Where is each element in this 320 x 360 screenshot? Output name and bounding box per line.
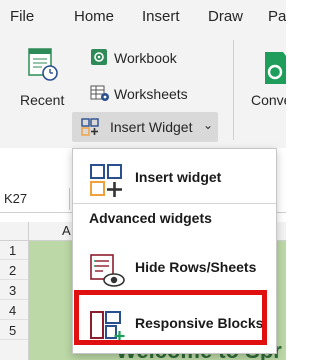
worksheets-label: Worksheets xyxy=(114,86,188,102)
recent-label: Recent xyxy=(20,92,65,108)
insert-widget-dropdown-button[interactable]: Insert Widget ⌄ xyxy=(72,112,218,142)
worksheets-button[interactable]: Worksheets xyxy=(90,82,200,108)
menu-section-heading: Advanced widgets xyxy=(89,210,212,226)
insert-widget-icon xyxy=(81,118,101,141)
convert-icon xyxy=(261,50,286,89)
tab-insert[interactable]: Insert xyxy=(142,8,180,25)
select-all-corner[interactable] xyxy=(0,222,29,240)
menu-divider xyxy=(73,203,276,204)
worksheets-icon xyxy=(90,84,110,107)
workbook-button[interactable]: Workbook xyxy=(90,46,200,72)
ribbon-group-separator xyxy=(233,40,234,140)
tab-draw[interactable]: Draw xyxy=(208,8,243,25)
hide-rows-icon xyxy=(89,253,125,294)
menu-item-insert-widget[interactable]: Insert widget xyxy=(73,155,276,199)
ribbon-tab-bar: File Home Insert Draw Pa xyxy=(0,0,286,36)
tab-page-layout[interactable]: Pa xyxy=(268,8,286,25)
convert-button[interactable]: Conve xyxy=(251,42,286,112)
insert-widget-label: Insert Widget xyxy=(110,119,193,135)
row-header[interactable]: 2 xyxy=(0,261,28,280)
tab-home[interactable]: Home xyxy=(74,8,114,25)
recent-button[interactable]: Recent xyxy=(16,42,72,112)
menu-item-label: Hide Rows/Sheets xyxy=(135,259,257,275)
column-header-a[interactable]: A xyxy=(62,223,71,238)
chevron-down-icon: ⌄ xyxy=(203,118,214,132)
row-header[interactable]: 5 xyxy=(0,321,28,340)
convert-label: Conve xyxy=(251,92,286,108)
tab-file[interactable]: File xyxy=(10,8,34,25)
recent-icon xyxy=(28,48,58,87)
insert-widget-icon xyxy=(89,163,125,204)
menu-item-label: Insert widget xyxy=(135,169,222,185)
row-header-column: 1 2 3 4 5 xyxy=(0,241,29,360)
excel-window: File Home Insert Draw Pa Recent Workbook… xyxy=(0,0,286,360)
highlight-annotation-box xyxy=(74,290,267,345)
row-header[interactable]: 3 xyxy=(0,281,28,300)
row-header[interactable]: 4 xyxy=(0,301,28,320)
menu-item-hide-rows-sheets[interactable]: Hide Rows/Sheets xyxy=(73,245,276,289)
workbook-icon xyxy=(90,48,108,71)
workbook-label: Workbook xyxy=(114,50,177,66)
name-box[interactable]: K27 xyxy=(0,188,70,210)
row-header[interactable]: 1 xyxy=(0,241,28,260)
